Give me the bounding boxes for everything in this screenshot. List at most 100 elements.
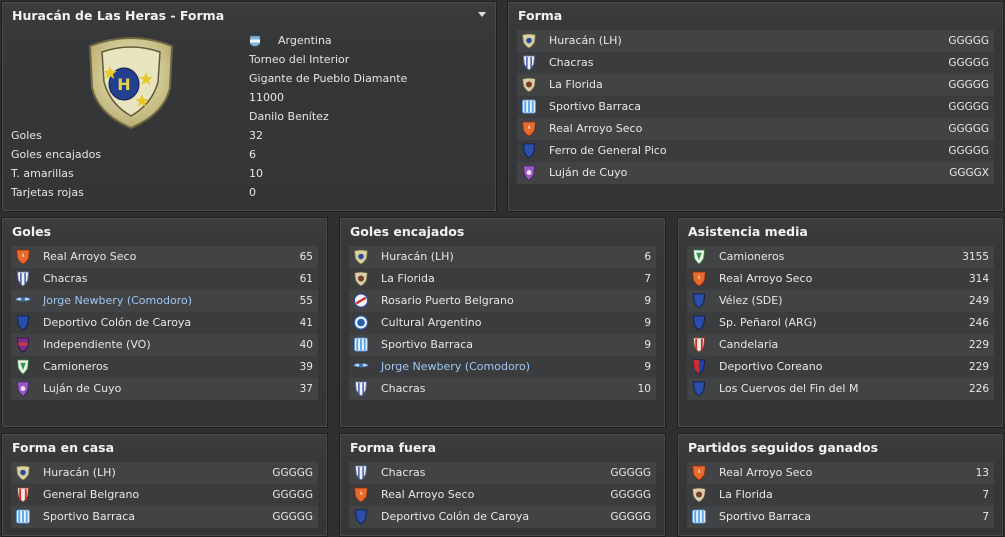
huracan-lh-crest-icon (521, 33, 537, 49)
team-row[interactable]: Vélez (SDE) 249 (687, 290, 994, 312)
team-row[interactable]: Los Cuervos del Fin del M 226 (687, 378, 994, 400)
team-row[interactable]: Huracán (LH) GGGGG (517, 30, 994, 52)
team-name-link[interactable]: Chacras (381, 462, 425, 484)
team-name-link[interactable]: Real Arroyo Seco (719, 268, 812, 290)
team-name-link[interactable]: La Florida (719, 484, 773, 506)
rosario-puerto-belgrano-crest-icon (353, 293, 369, 308)
team-row[interactable]: Real Arroyo Seco 13 (687, 462, 994, 484)
camioneros-crest-icon (692, 249, 706, 265)
team-name-link[interactable]: General Belgrano (43, 484, 139, 506)
team-row[interactable]: Sportivo Barraca GGGGG (517, 96, 994, 118)
ferro-de-general-pico-crest-icon (522, 143, 536, 159)
team-row[interactable]: Cultural Argentino 9 (349, 312, 656, 334)
team-row[interactable]: Chacras GGGGG (349, 462, 656, 484)
team-row[interactable]: Luján de Cuyo GGGGX (517, 162, 994, 184)
forma-fuera-panel: Forma fuera Chacras GGGGG Real Arroyo Seco… (339, 433, 666, 537)
team-row[interactable]: Sportivo Barraca GGGGG (11, 506, 318, 528)
team-stat-value: 246 (968, 317, 989, 329)
team-name-link[interactable]: Sportivo Barraca (381, 334, 473, 356)
team-row[interactable]: Camioneros 3155 (687, 246, 994, 268)
la-florida-crest-icon (353, 271, 369, 287)
huracan-lh-crest-icon (15, 465, 31, 481)
team-name-link[interactable]: Real Arroyo Seco (719, 462, 812, 484)
team-name-link[interactable]: Real Arroyo Seco (549, 118, 642, 140)
team-name-link[interactable]: Sportivo Barraca (43, 506, 135, 528)
team-row[interactable]: Huracán (LH) GGGGG (11, 462, 318, 484)
team-name-link[interactable]: La Florida (549, 74, 603, 96)
la-florida-crest-icon (691, 487, 707, 503)
la-florida-crest-icon (521, 77, 537, 93)
country-value: Argentina (278, 34, 332, 47)
team-name-link[interactable]: Real Arroyo Seco (43, 246, 136, 268)
team-row[interactable]: Jorge Newbery (Comodoro) 55 (11, 290, 318, 312)
team-name-link[interactable]: Cultural Argentino (381, 312, 481, 334)
team-stat-value: 61 (299, 273, 313, 285)
team-row[interactable]: Independiente (VO) 40 (11, 334, 318, 356)
team-name-link[interactable]: Jorge Newbery (Comodoro) (381, 356, 530, 378)
team-row[interactable]: Jorge Newbery (Comodoro) 9 (349, 356, 656, 378)
team-name-link[interactable]: Luján de Cuyo (549, 162, 627, 184)
team-row[interactable]: Real Arroyo Seco 314 (687, 268, 994, 290)
stat-label-red-cards: Tarjetas rojas (11, 186, 84, 199)
team-row[interactable]: Sportivo Barraca 7 (687, 506, 994, 528)
team-row[interactable]: Camioneros 39 (11, 356, 318, 378)
team-row[interactable]: La Florida 7 (687, 484, 994, 506)
team-name-link[interactable]: Vélez (SDE) (719, 290, 783, 312)
panel-title: Forma fuera (350, 440, 437, 455)
team-name-link[interactable]: Luján de Cuyo (43, 378, 121, 400)
team-row[interactable]: Real Arroyo Seco 65 (11, 246, 318, 268)
team-row[interactable]: Deportivo Colón de Caroya GGGGG (349, 506, 656, 528)
team-row[interactable]: Sportivo Barraca 9 (349, 334, 656, 356)
capacity-value: 11000 (249, 91, 284, 104)
team-name-link[interactable]: Huracán (LH) (381, 246, 454, 268)
team-row[interactable]: Sp. Peñarol (ARG) 246 (687, 312, 994, 334)
team-row[interactable]: Chacras 10 (349, 378, 656, 400)
goles-panel: Goles Real Arroyo Seco 65 Chacras 61 Jorge N… (1, 217, 328, 428)
team-stat-value: GGGGG (610, 467, 651, 479)
team-name-link[interactable]: Camioneros (719, 246, 784, 268)
team-row[interactable]: Luján de Cuyo 37 (11, 378, 318, 400)
team-row[interactable]: General Belgrano GGGGG (11, 484, 318, 506)
panel-title: Partidos seguidos ganados (688, 440, 879, 455)
team-stat-value: 10 (637, 383, 651, 395)
team-row[interactable]: Real Arroyo Seco GGGGG (349, 484, 656, 506)
team-name-link[interactable]: Jorge Newbery (Comodoro) (43, 290, 192, 312)
team-row[interactable]: La Florida GGGGG (517, 74, 994, 96)
team-row[interactable]: Chacras 61 (11, 268, 318, 290)
team-name-link[interactable]: Deportivo Colón de Caroya (381, 506, 529, 528)
team-list: Chacras GGGGG Real Arroyo Seco GGGGG Deporti… (349, 462, 656, 528)
team-name-link[interactable]: Chacras (43, 268, 87, 290)
team-name-link[interactable]: Los Cuervos del Fin del M (719, 378, 858, 400)
team-name-link[interactable]: Huracán (LH) (549, 30, 622, 52)
team-row[interactable]: Real Arroyo Seco GGGGG (517, 118, 994, 140)
team-name-link[interactable]: Sp. Peñarol (ARG) (719, 312, 817, 334)
team-row[interactable]: Deportivo Coreano 229 (687, 356, 994, 378)
team-name-link[interactable]: Rosario Puerto Belgrano (381, 290, 514, 312)
team-name-link[interactable]: Deportivo Colón de Caroya (43, 312, 191, 334)
team-name-link[interactable]: Deportivo Coreano (719, 356, 822, 378)
team-row[interactable]: La Florida 7 (349, 268, 656, 290)
team-row[interactable]: Deportivo Colón de Caroya 41 (11, 312, 318, 334)
team-name-link[interactable]: Ferro de General Pico (549, 140, 667, 162)
team-name-link[interactable]: Sportivo Barraca (719, 506, 811, 528)
partidos-seguidos-ganados-panel: Partidos seguidos ganados Real Arroyo Se… (677, 433, 1004, 537)
team-row[interactable]: Chacras GGGGG (517, 52, 994, 74)
team-list: Real Arroyo Seco 65 Chacras 61 Jorge Newbery… (11, 246, 318, 400)
team-name-link[interactable]: La Florida (381, 268, 435, 290)
team-row[interactable]: Rosario Puerto Belgrano 9 (349, 290, 656, 312)
team-name-link[interactable]: Sportivo Barraca (549, 96, 641, 118)
team-name-link[interactable]: Chacras (549, 52, 593, 74)
team-name-link[interactable]: Chacras (381, 378, 425, 400)
team-name-link[interactable]: Candelaria (719, 334, 778, 356)
team-name-link[interactable]: Independiente (VO) (43, 334, 151, 356)
team-name-link[interactable]: Huracán (LH) (43, 462, 116, 484)
dropdown-arrow-icon[interactable] (478, 12, 486, 17)
team-list: Real Arroyo Seco 13 La Florida 7 Sportivo Ba… (687, 462, 994, 528)
team-stat-value: 3155 (962, 251, 989, 263)
team-name-link[interactable]: Camioneros (43, 356, 108, 378)
sportivo-barraca-crest-icon (691, 509, 707, 524)
team-row[interactable]: Huracán (LH) 6 (349, 246, 656, 268)
team-row[interactable]: Candelaria 229 (687, 334, 994, 356)
team-row[interactable]: Ferro de General Pico GGGGG (517, 140, 994, 162)
team-name-link[interactable]: Real Arroyo Seco (381, 484, 474, 506)
